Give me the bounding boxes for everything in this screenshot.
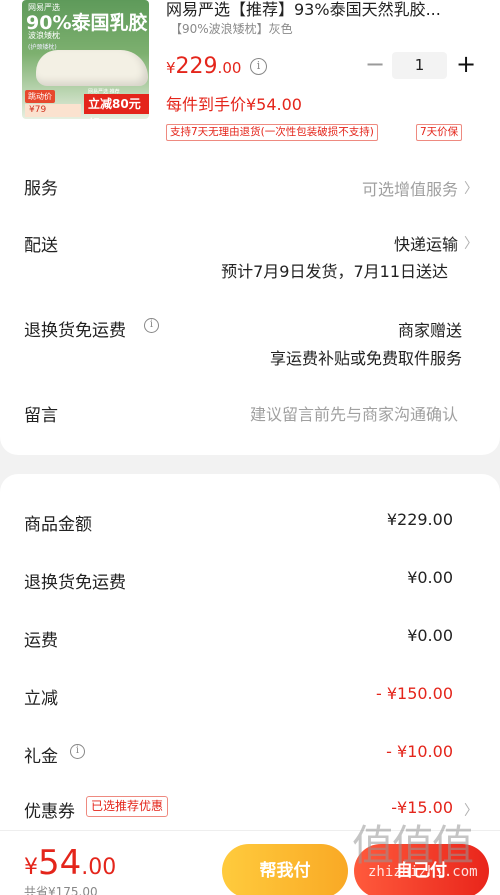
pillow-image [36,50,148,86]
thumb-discount-badge: 立减80元起 [84,94,149,119]
goods-amount-value: ¥229.00 [386,510,453,529]
checkout-bar: ¥54.00 共省¥175.00 帮我付 自己付 [0,830,500,895]
total-decimal: .00 [81,855,117,880]
total-saved: 共省¥175.00 [24,885,98,895]
chevron-right-icon[interactable]: 〉 [464,800,478,820]
quantity-input[interactable]: 1 [392,52,447,79]
product-price: ¥229.00 [166,54,241,79]
service-value[interactable]: 可选增值服务 [362,176,458,200]
return-policy-tag: 支持7天无理由退货(一次性包装破损不支持) [166,124,378,141]
discount-label: 立减 [24,689,58,709]
total-integer: 54 [38,843,82,883]
price-decimal: .00 [217,59,242,77]
total-price: ¥54.00 [24,843,116,883]
shipping-value: ¥0.00 [407,626,453,645]
thumb-line1: 波浪矮枕 [28,31,60,40]
coupon-label: 优惠券 [24,802,75,822]
gift-label: 礼金 [24,747,58,767]
chevron-right-icon[interactable]: 〉 [464,178,478,198]
coupon-value[interactable]: -¥15.00 [391,798,453,817]
service-label: 服务 [24,179,58,199]
product-title[interactable]: 网易严选【推荐】93%泰国天然乳胶... [166,0,486,20]
price-integer: 229 [175,54,218,79]
shipping-label: 运费 [24,631,58,651]
info-icon[interactable]: i [144,318,159,333]
return-fee-label: 退换货免运费 [24,573,126,593]
chevron-right-icon[interactable]: 〉 [464,233,478,253]
return-fee-value: ¥0.00 [407,568,453,587]
price-protect-tag: 7天价保 [416,124,463,141]
delivery-label: 配送 [24,236,58,256]
gift-value: - ¥10.00 [386,742,453,761]
per-item-final-price: 每件到手价¥54.00 [166,95,302,114]
delivery-eta: 预计7月9日发货，7月11日送达 [221,262,448,281]
discount-value: - ¥150.00 [375,684,453,703]
goods-amount-label: 商品金额 [24,515,92,535]
info-icon[interactable]: i [70,744,85,759]
plus-icon[interactable]: + [455,52,477,78]
order-items-card: 网易严选 90%泰国乳胶 波浪矮枕 (护颈矮枕) 网易严选 推荐 跳动价 ¥79… [0,0,500,455]
total-currency: ¥ [24,855,38,880]
return-insurance-detail: 享运费补贴或免费取件服务 [269,349,462,368]
thumb-price: ¥79 [25,104,81,117]
coupon-tag[interactable]: 已选推荐优惠 [86,796,169,817]
pay-button[interactable]: 自己付 [354,844,489,895]
return-insurance-value: 商家赠送 [397,321,462,340]
product-thumbnail[interactable]: 网易严选 90%泰国乳胶 波浪矮枕 (护颈矮枕) 网易严选 推荐 跳动价 ¥79… [22,0,149,119]
minus-icon[interactable]: − [364,52,386,78]
message-label: 留言 [24,406,58,426]
price-info-icon[interactable]: i [250,58,267,75]
message-input[interactable]: 建议留言前先与商家沟通确认 [250,401,458,425]
thumb-badge: 跳动价 [25,90,55,103]
price-currency: ¥ [166,59,176,77]
return-insurance-label: 退换货免运费 [24,321,126,341]
delivery-value[interactable]: 快递运输 [394,231,458,255]
product-spec[interactable]: 【90%波浪矮枕】灰色 [170,20,293,37]
help-pay-button[interactable]: 帮我付 [222,844,348,895]
